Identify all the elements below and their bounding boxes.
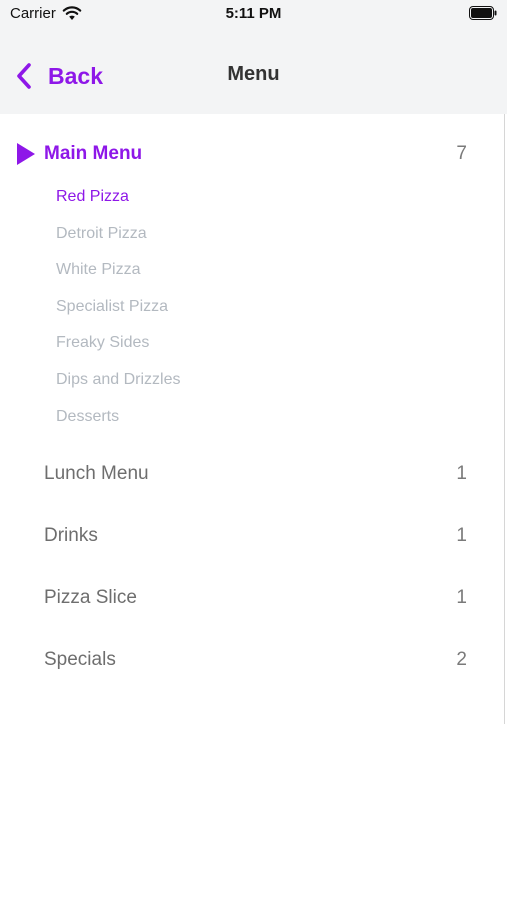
category-main-menu[interactable]: Main Menu 7 [0,134,505,174]
menu-item-detroit-pizza[interactable]: Detroit Pizza [56,225,147,243]
expanded-arrow-icon [17,143,35,165]
category-drinks[interactable]: Drinks 1 [0,516,505,556]
category-lunch-menu[interactable]: Lunch Menu 1 [0,454,505,494]
category-label: Drinks [44,525,98,546]
category-count: 1 [456,587,467,608]
menu-item-freaky-sides[interactable]: Freaky Sides [56,334,149,352]
category-specials[interactable]: Specials 2 [0,640,505,680]
category-count: 7 [456,143,467,164]
menu-item-dips-and-drizzles[interactable]: Dips and Drizzles [56,371,180,389]
category-pizza-slice[interactable]: Pizza Slice 1 [0,578,505,618]
menu-category-list: Main Menu 7 Red Pizza Detroit Pizza Whit… [0,114,505,724]
navigation-bar: Back Menu [0,38,507,114]
menu-item-desserts[interactable]: Desserts [56,408,119,426]
category-label: Lunch Menu [44,463,149,484]
status-time: 5:11 PM [225,5,282,22]
menu-item-red-pizza[interactable]: Red Pizza [56,188,129,206]
category-count: 1 [456,463,467,484]
category-label: Specials [44,649,116,670]
page-title: Menu [227,63,280,85]
battery-icon [469,6,497,20]
menu-item-white-pizza[interactable]: White Pizza [56,261,140,279]
category-label: Main Menu [44,143,143,164]
menu-item-specialist-pizza[interactable]: Specialist Pizza [56,298,168,316]
category-count: 2 [456,649,467,670]
status-bar: Carrier 5:11 PM [0,0,507,38]
category-count: 1 [456,525,467,546]
category-label: Pizza Slice [44,587,137,608]
